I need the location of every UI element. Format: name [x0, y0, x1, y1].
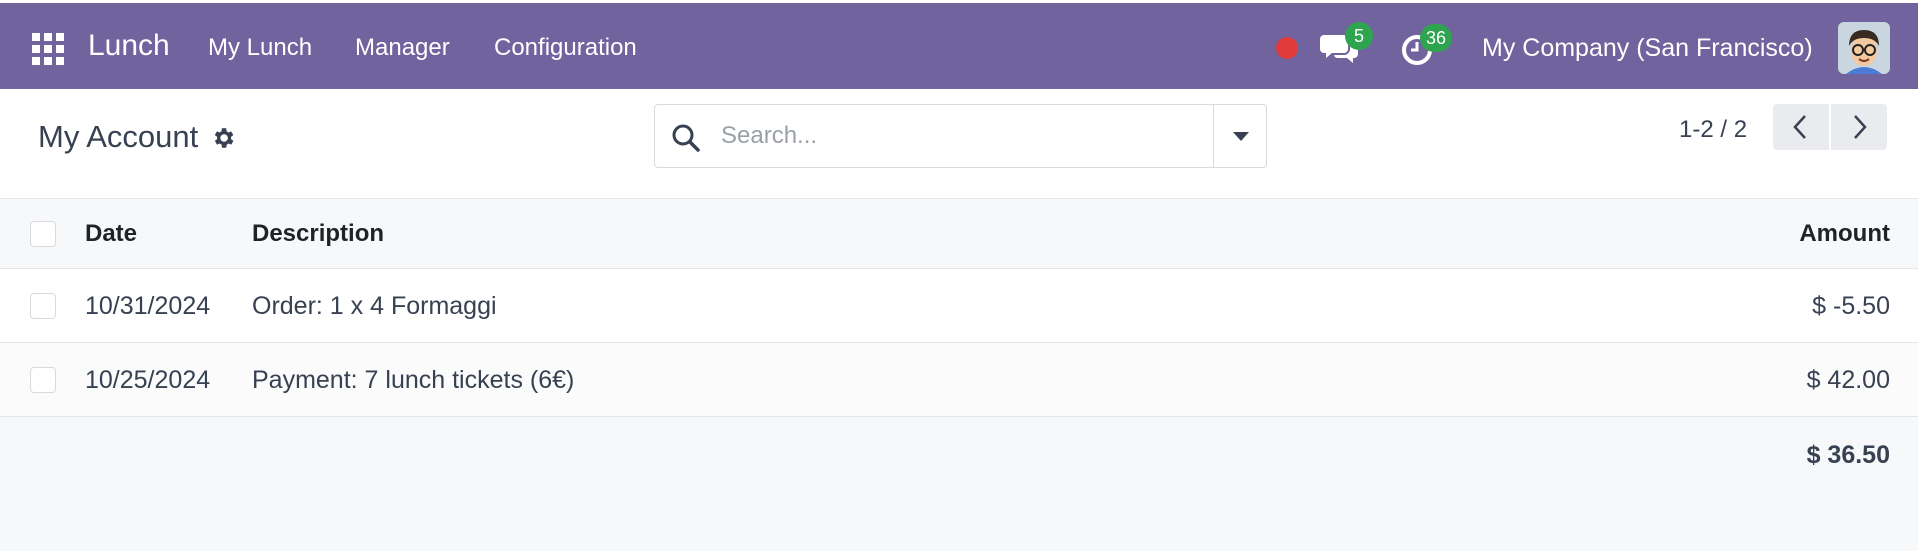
- total-amount: $ 36.50: [1806, 441, 1890, 469]
- search-options-toggle[interactable]: [1213, 105, 1267, 167]
- table-footer: $ 36.50: [0, 417, 1918, 491]
- column-header-amount[interactable]: Amount: [1799, 220, 1890, 248]
- table-header: Date Description Amount: [0, 199, 1918, 269]
- cell-date: 10/25/2024: [85, 366, 211, 394]
- company-switcher[interactable]: My Company (San Francisco): [1482, 34, 1813, 63]
- pager-value[interactable]: 1-2 / 2: [1679, 116, 1747, 144]
- apps-grid-icon[interactable]: [32, 33, 64, 65]
- search-box: [654, 104, 1267, 168]
- cell-description: Order: 1 x 4 Formaggi: [252, 292, 497, 320]
- search-input[interactable]: [721, 115, 1191, 157]
- row-checkbox[interactable]: [30, 293, 56, 319]
- menu-configuration[interactable]: Configuration: [494, 34, 637, 62]
- select-all-checkbox[interactable]: [30, 221, 56, 247]
- menu-manager[interactable]: Manager: [355, 34, 450, 62]
- gear-icon[interactable]: [210, 125, 236, 151]
- cell-description: Payment: 7 lunch tickets (6€): [252, 366, 575, 394]
- row-checkbox[interactable]: [30, 367, 56, 393]
- pager-previous-button[interactable]: [1773, 104, 1829, 150]
- activities-badge: 36: [1420, 24, 1453, 52]
- empty-area: [0, 491, 1918, 551]
- cell-amount: $ -5.50: [1812, 292, 1890, 320]
- cell-amount: $ 42.00: [1806, 366, 1890, 394]
- column-header-description[interactable]: Description: [252, 220, 384, 248]
- control-panel: My Account 1-2 / 2: [0, 89, 1918, 199]
- column-header-date[interactable]: Date: [85, 220, 137, 248]
- pager-next-button[interactable]: [1831, 104, 1887, 150]
- caret-down-icon: [1233, 132, 1249, 141]
- top-navbar: Lunch My Lunch Manager Configuration 5 3…: [0, 3, 1918, 89]
- search-icon: [671, 123, 701, 153]
- messages-badge: 5: [1345, 22, 1373, 50]
- table-row[interactable]: 10/25/2024 Payment: 7 lunch tickets (6€)…: [0, 343, 1918, 417]
- table-row[interactable]: 10/31/2024 Order: 1 x 4 Formaggi $ -5.50: [0, 269, 1918, 343]
- page-title: My Account: [38, 119, 199, 154]
- menu-my-lunch[interactable]: My Lunch: [208, 34, 312, 62]
- chevron-right-icon: [1854, 115, 1867, 139]
- avatar[interactable]: [1838, 22, 1890, 74]
- record-dot-icon[interactable]: [1276, 37, 1298, 59]
- app-name[interactable]: Lunch: [88, 29, 170, 63]
- cell-date: 10/31/2024: [85, 292, 211, 320]
- chevron-left-icon: [1793, 115, 1806, 139]
- account-table: Date Description Amount 10/31/2024 Order…: [0, 199, 1918, 491]
